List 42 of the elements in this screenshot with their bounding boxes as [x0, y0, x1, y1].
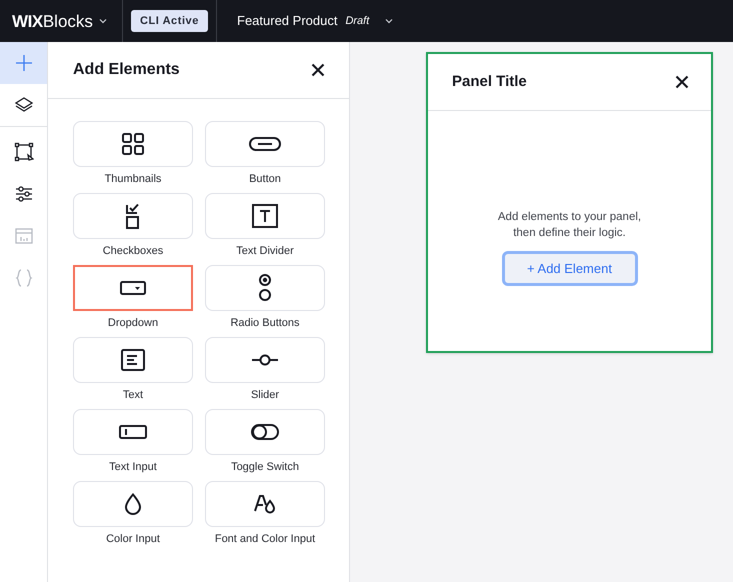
- text-box-icon: [252, 204, 278, 228]
- logo[interactable]: WIXBlocks: [12, 12, 93, 30]
- project-status: Draft: [345, 14, 370, 29]
- close-icon[interactable]: [675, 75, 689, 89]
- chevron-down-icon[interactable]: [98, 18, 107, 24]
- font-drop-icon: [254, 494, 276, 514]
- element-tile[interactable]: [73, 265, 193, 311]
- sliders-icon: [14, 184, 34, 204]
- element-label: Text: [122, 389, 144, 401]
- project-name[interactable]: Featured Product: [237, 11, 338, 31]
- slider-icon: [251, 354, 279, 366]
- panel-title: Panel Title: [452, 72, 527, 92]
- table-icon: [14, 226, 34, 246]
- grid-icon: [122, 133, 144, 155]
- element-label: Checkboxes: [102, 245, 164, 257]
- close-icon[interactable]: [311, 63, 325, 77]
- frame-icon: [14, 142, 34, 162]
- element-label: Text Divider: [236, 245, 294, 257]
- element-label: Text Input: [109, 461, 157, 473]
- cli-badge: CLI Active: [131, 10, 208, 32]
- braces-icon: [14, 268, 34, 288]
- drop-icon: [124, 493, 142, 515]
- element-label: Color Input: [106, 533, 160, 545]
- element-label: Font and Color Input: [214, 533, 316, 545]
- input-icon: [119, 425, 147, 439]
- element-label: Radio Buttons: [230, 317, 300, 329]
- add-element-button[interactable]: + Add Element: [502, 251, 638, 286]
- element-label: Slider: [250, 389, 280, 401]
- plus-icon: [14, 53, 34, 73]
- toggle-icon: [251, 424, 279, 440]
- pill-button-icon: [249, 137, 281, 151]
- paragraph-icon: [121, 349, 145, 371]
- element-label: Button: [249, 173, 281, 185]
- dropdown-icon: [120, 281, 146, 295]
- panel-heading: Add Elements: [73, 60, 180, 80]
- chevron-down-icon[interactable]: [385, 18, 394, 24]
- element-label: Dropdown: [108, 317, 158, 329]
- element-label: Thumbnails: [104, 173, 162, 185]
- radio-icon: [258, 274, 272, 302]
- checkbox-icon: [126, 203, 140, 229]
- element-label: Toggle Switch: [231, 461, 299, 473]
- empty-message: Add elements to your panel, then define their logic.: [498, 210, 642, 241]
